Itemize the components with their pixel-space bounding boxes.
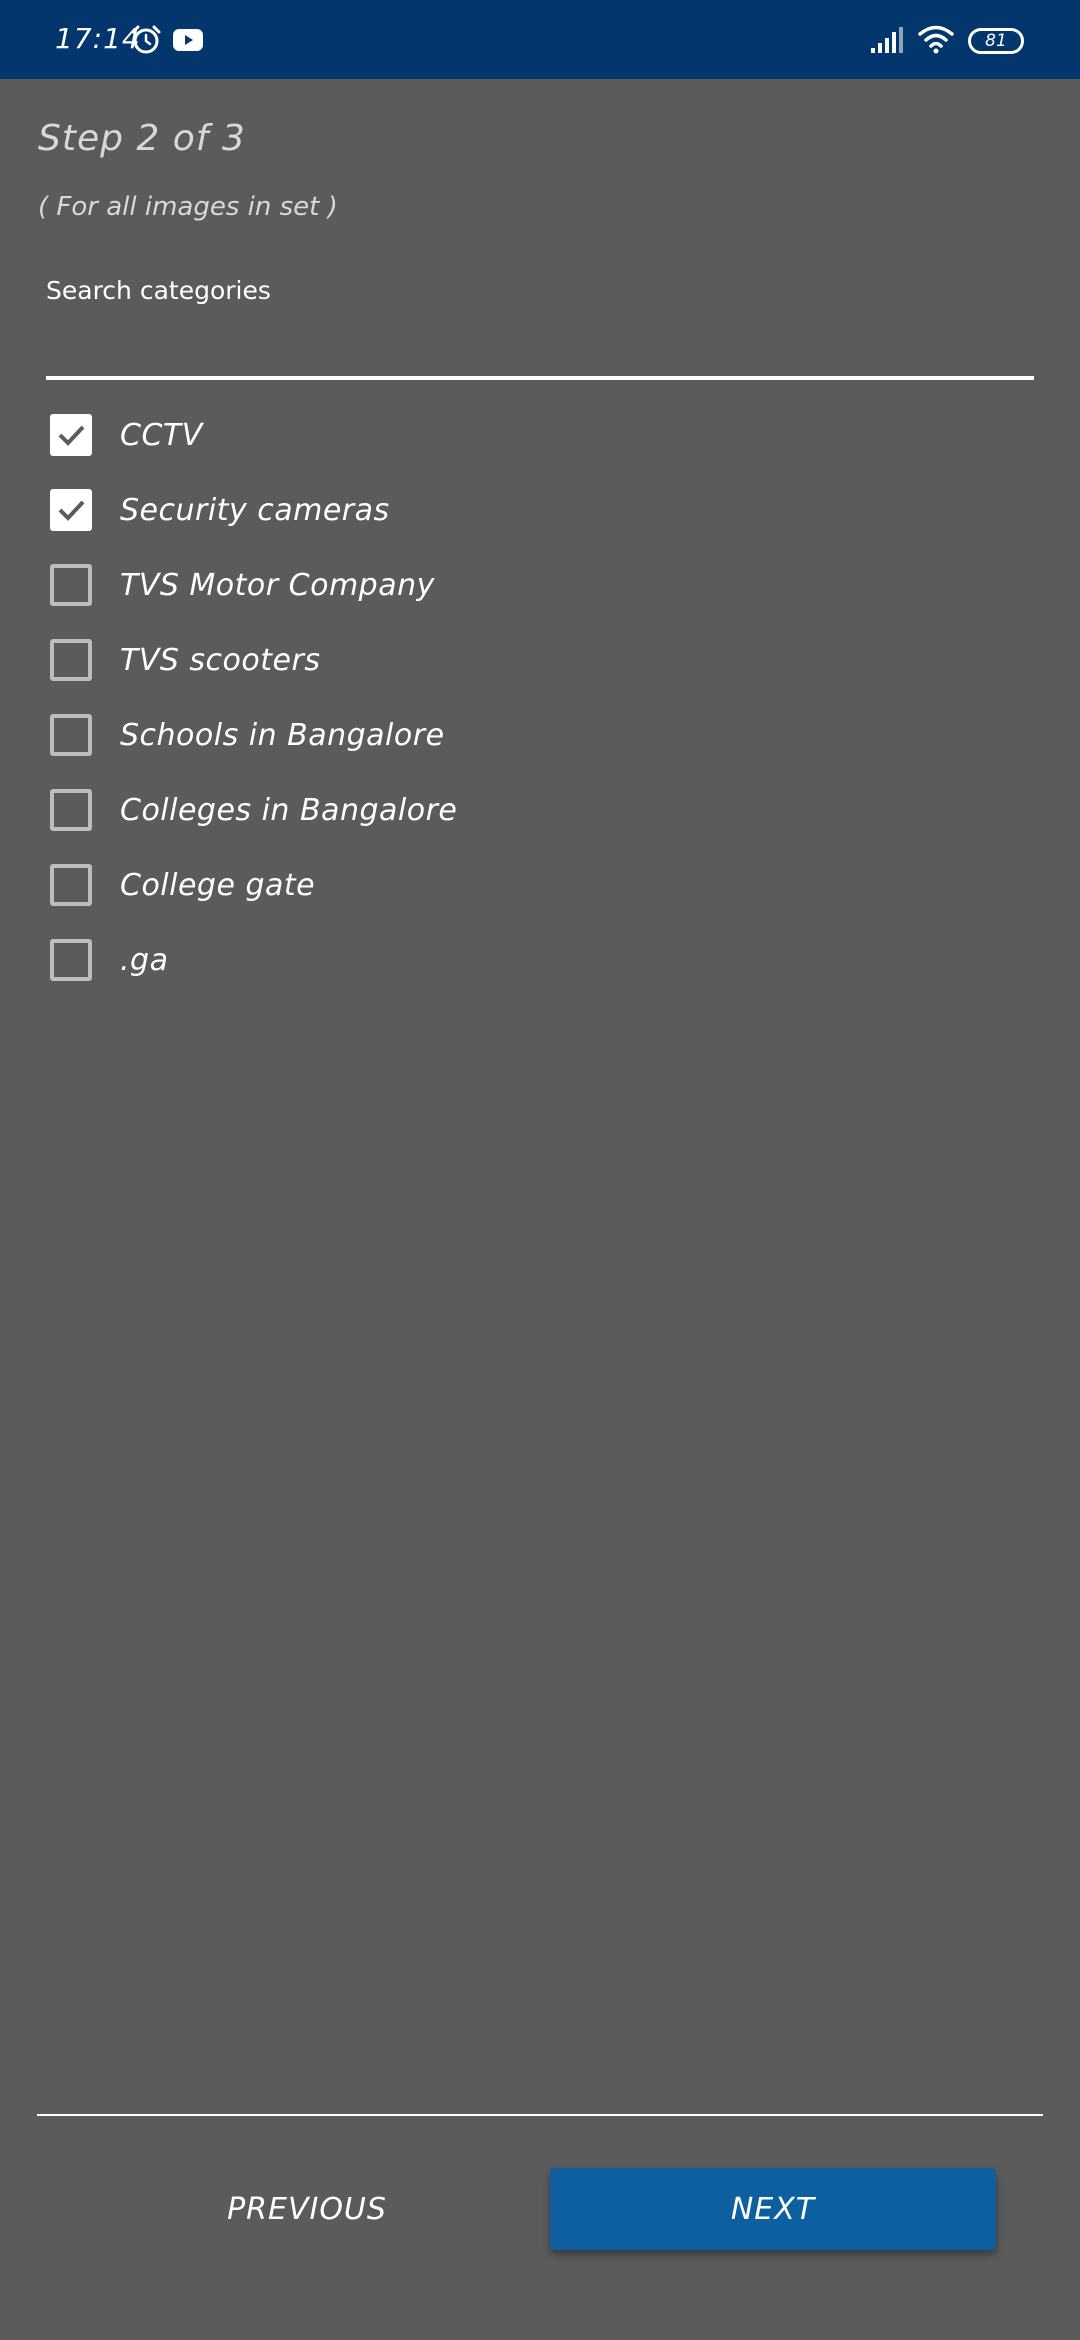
- checkbox-unchecked[interactable]: [50, 639, 92, 681]
- alarm-icon: [131, 25, 161, 54]
- checkbox-unchecked[interactable]: [50, 864, 92, 906]
- step-title: Step 2 of 3: [38, 118, 246, 159]
- wifi-icon: [918, 25, 954, 54]
- category-item-schools-in-bangalore[interactable]: Schools in Bangalore: [50, 705, 950, 765]
- status-bar: 17:14 81: [0, 0, 1080, 79]
- search-input[interactable]: [46, 318, 1034, 380]
- category-item-ga[interactable]: .ga: [50, 930, 950, 990]
- category-label: Colleges in Bangalore: [120, 792, 458, 828]
- category-item-colleges-in-bangalore[interactable]: Colleges in Bangalore: [50, 780, 950, 840]
- category-label: TVS scooters: [120, 642, 321, 678]
- checkbox-unchecked[interactable]: [50, 564, 92, 606]
- category-item-tvs-scooters[interactable]: TVS scooters: [50, 630, 950, 690]
- signal-icon: [871, 27, 903, 53]
- next-button[interactable]: NEXT: [550, 2168, 996, 2250]
- check-icon: [58, 425, 85, 446]
- category-label: College gate: [120, 867, 316, 903]
- search-label: Search categories: [46, 276, 271, 305]
- category-label: .ga: [120, 942, 169, 978]
- category-item-cctv[interactable]: CCTV: [50, 405, 950, 465]
- checkbox-unchecked[interactable]: [50, 789, 92, 831]
- checkbox-checked[interactable]: [50, 414, 92, 456]
- category-item-security-cameras[interactable]: Security cameras: [50, 480, 950, 540]
- status-time: 17:14: [55, 22, 141, 55]
- category-item-tvs-motor-company[interactable]: TVS Motor Company: [50, 555, 950, 615]
- screen: 17:14 81 Step 2 of 3 ( For all images in…: [0, 0, 1080, 2340]
- category-label: TVS Motor Company: [120, 567, 435, 603]
- checkbox-unchecked[interactable]: [50, 714, 92, 756]
- bottom-divider: [37, 2114, 1043, 2116]
- category-label: Security cameras: [120, 492, 390, 528]
- category-label: Schools in Bangalore: [120, 717, 445, 753]
- previous-button[interactable]: PREVIOUS: [130, 2168, 484, 2250]
- checkbox-checked[interactable]: [50, 489, 92, 531]
- check-icon: [58, 500, 85, 521]
- category-item-college-gate[interactable]: College gate: [50, 855, 950, 915]
- youtube-icon: [173, 29, 203, 51]
- step-subtitle: ( For all images in set ): [38, 192, 338, 222]
- checkbox-unchecked[interactable]: [50, 939, 92, 981]
- category-label: CCTV: [120, 417, 203, 453]
- battery-icon: 81: [968, 28, 1024, 54]
